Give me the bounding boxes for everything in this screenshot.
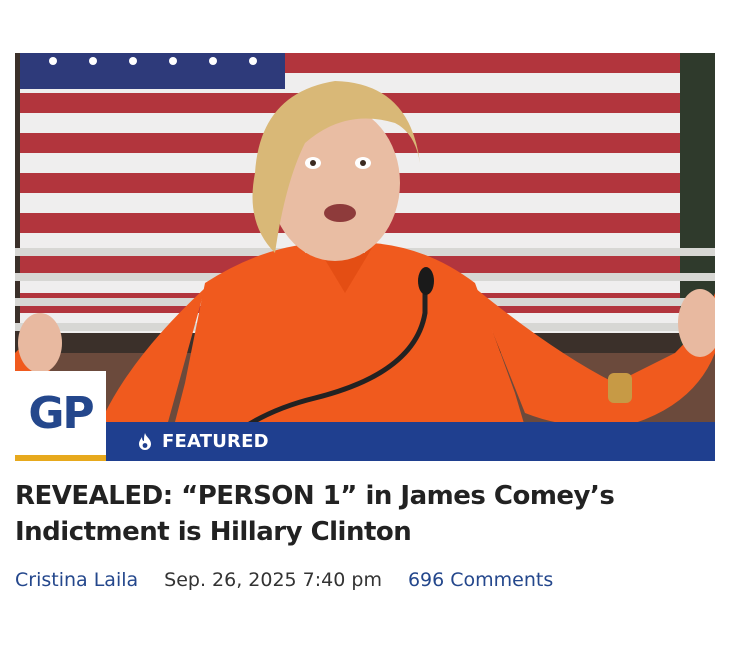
comments-link[interactable]: 696 Comments [408,569,553,591]
featured-article-card[interactable]: GP FEATURED [15,53,715,461]
article-hero-image[interactable]: GP FEATURED [15,53,715,461]
author-link[interactable]: Cristina Laila [15,569,138,591]
featured-label: FEATURED [162,431,269,452]
featured-badge: FEATURED [106,422,715,461]
gp-logo[interactable]: GP [15,371,106,461]
fire-icon [139,432,151,450]
gp-logo-text: GP [28,387,94,439]
hero-photo [15,53,715,461]
flag-canton [20,53,285,89]
article-meta: Cristina Laila Sep. 26, 2025 7:40 pm 696… [15,566,553,594]
article-headline[interactable]: REVEALED: “PERSON 1” in James Comey’s In… [15,478,715,550]
publish-date: Sep. 26, 2025 7:40 pm [164,569,382,591]
